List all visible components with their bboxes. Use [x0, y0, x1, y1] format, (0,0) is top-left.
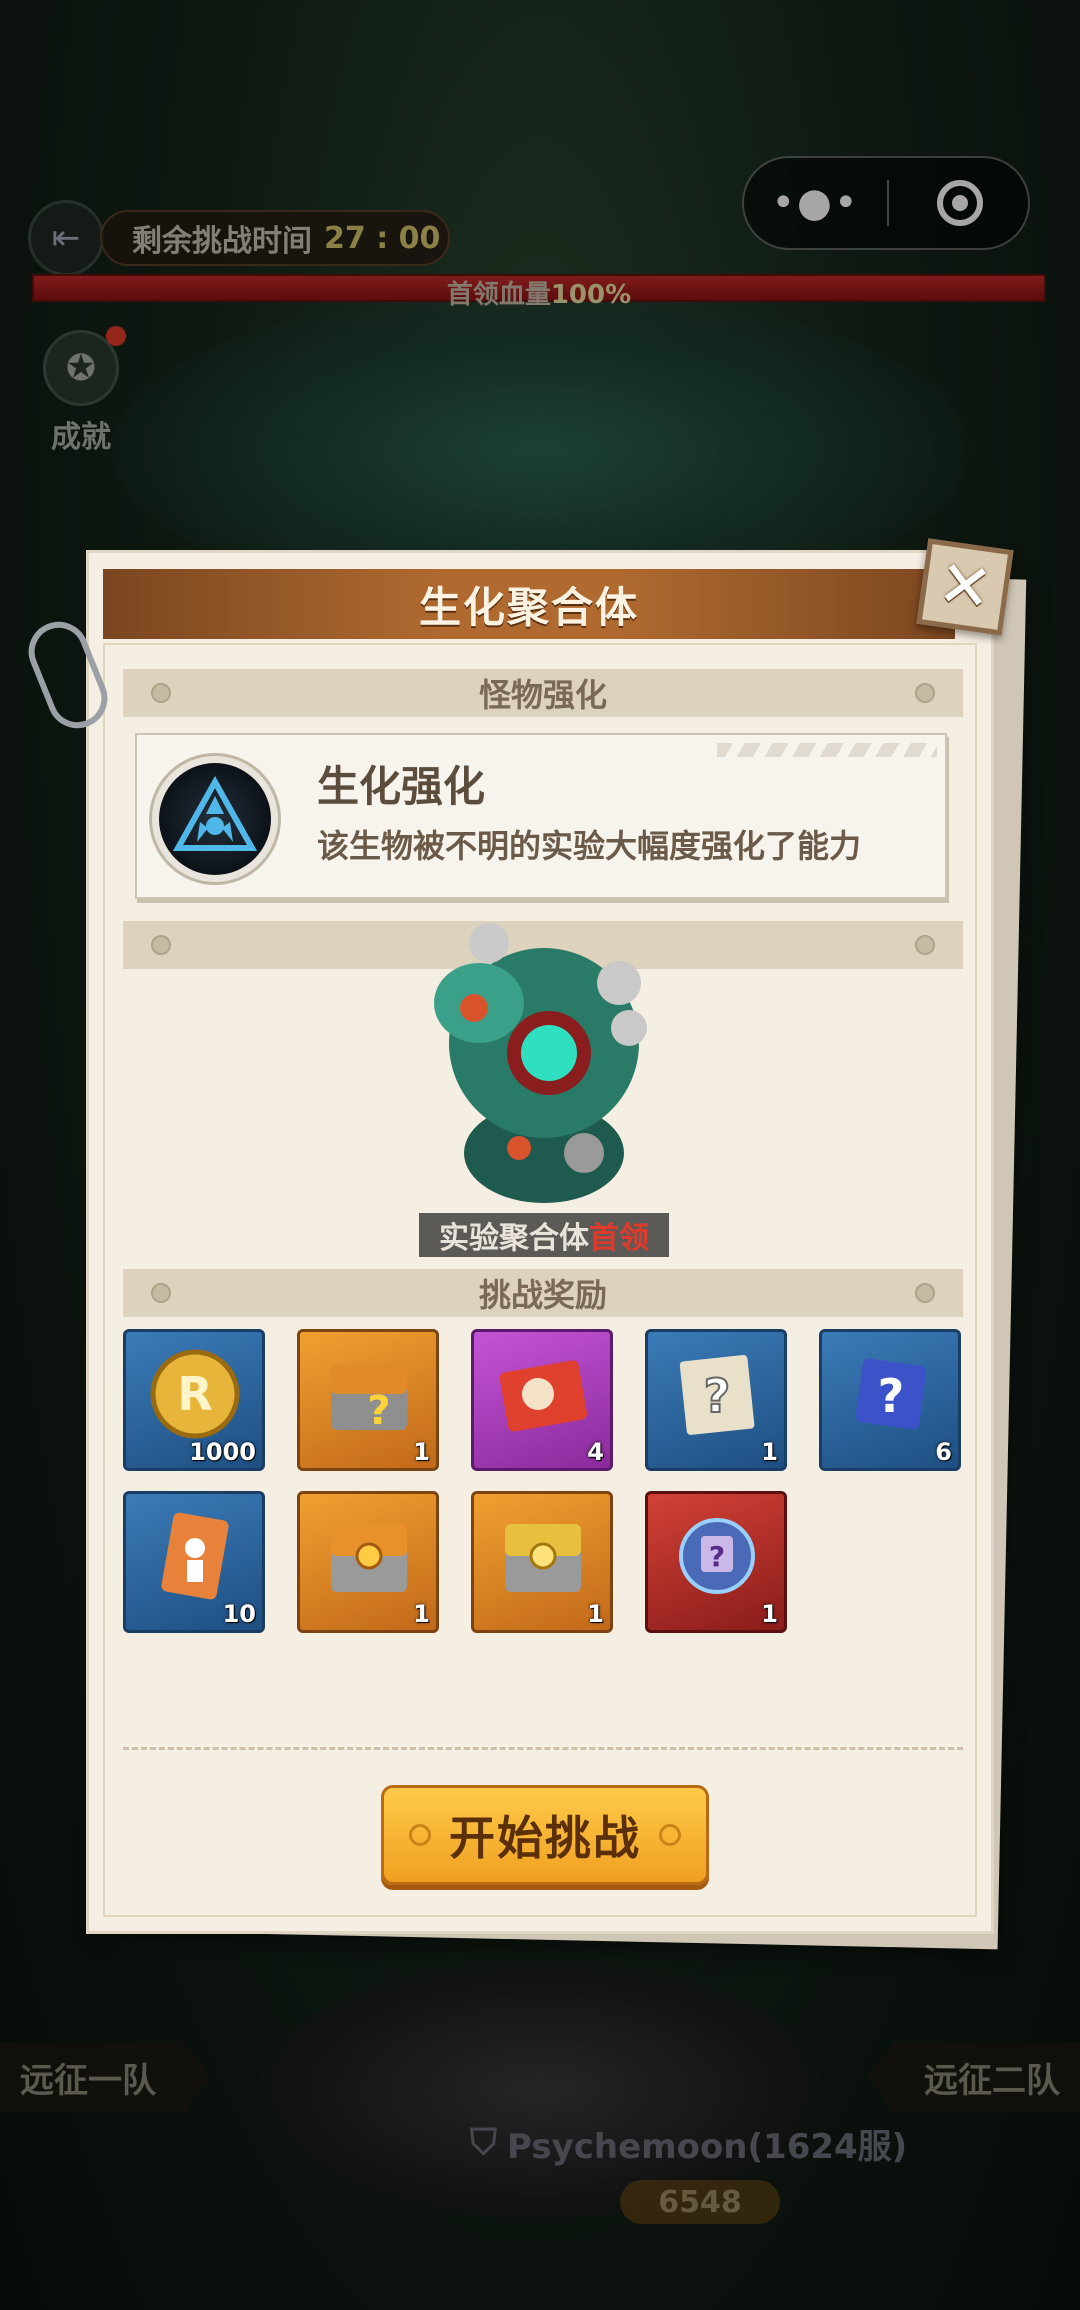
boss-name-label: 实验聚合体 首领 — [419, 1213, 669, 1257]
svg-text:R: R — [177, 1367, 212, 1421]
mystery-scroll-icon: ? — [662, 1344, 772, 1444]
pin-icon — [151, 1283, 171, 1303]
hero-card-icon — [140, 1506, 250, 1606]
svg-text:?: ? — [367, 1388, 390, 1434]
boss-tag: 首领 — [589, 1221, 649, 1256]
reward-quantity: 1 — [761, 1600, 778, 1628]
start-challenge-label: 开始挑战 — [449, 1811, 641, 1865]
close-button[interactable]: ✕ — [916, 538, 1014, 636]
biohazard-icon — [149, 753, 281, 885]
skill-card: 生化强化 该生物被不明的实验大幅度强化了能力 — [135, 733, 947, 899]
skill-description: 该生物被不明的实验大幅度强化了能力 — [317, 827, 862, 865]
paper-sheet: 生化聚合体 怪物强化 生化强化 该生物被不明的实验大幅度强化了能力 实验聚合体 … — [86, 550, 994, 1934]
gold-coin-icon: R — [140, 1344, 250, 1444]
boss-name: 实验聚合体 — [439, 1221, 589, 1256]
boss-portrait — [419, 913, 669, 1253]
svg-text:?: ? — [704, 1369, 731, 1423]
reward-item[interactable]: 1 — [471, 1491, 613, 1633]
section-monster-label: 怪物强化 — [478, 676, 607, 714]
gold-chest-icon — [488, 1506, 598, 1606]
reward-quantity: 1 — [413, 1438, 430, 1466]
pin-icon — [151, 935, 171, 955]
mystery-chest-icon: ? — [314, 1344, 424, 1444]
reward-item[interactable]: ? 1 — [645, 1329, 787, 1471]
pin-icon — [915, 683, 935, 703]
reward-quantity: 1 — [587, 1600, 604, 1628]
skill-name: 生化强化 — [317, 762, 486, 811]
reward-item[interactable]: 10 — [123, 1491, 265, 1633]
boss-info-dialog: 生化聚合体 怪物强化 生化强化 该生物被不明的实验大幅度强化了能力 实验聚合体 … — [19, 538, 1027, 1950]
dialog-title: 生化聚合体 — [418, 582, 639, 632]
reward-quantity: 4 — [587, 1438, 604, 1466]
pin-icon — [151, 683, 171, 703]
start-challenge-button[interactable]: 开始挑战 — [381, 1785, 709, 1885]
reward-item[interactable]: ? 6 — [819, 1329, 961, 1471]
reward-quantity: 1 — [413, 1600, 430, 1628]
section-rewards-label: 挑战奖励 — [478, 1276, 607, 1314]
reward-quantity: 1000 — [189, 1438, 256, 1466]
section-rewards-header: 挑战奖励 — [123, 1269, 963, 1317]
close-x-icon: ✕ — [933, 546, 997, 628]
reward-quantity: 10 — [222, 1600, 256, 1628]
dialog-title-bar: 生化聚合体 — [103, 569, 955, 639]
reward-quantity: 6 — [935, 1438, 952, 1466]
svg-text:?: ? — [709, 1540, 725, 1573]
pin-icon — [915, 935, 935, 955]
mystery-cube-icon: ? — [836, 1344, 946, 1444]
divider — [123, 1747, 963, 1750]
reward-quantity: 1 — [761, 1438, 778, 1466]
mystery-gear-icon: ? — [662, 1506, 772, 1606]
button-deco-icon — [659, 1824, 681, 1846]
card-stripe — [717, 743, 937, 757]
button-deco-icon — [409, 1824, 431, 1846]
reward-item[interactable]: R 1000 — [123, 1329, 265, 1471]
ticket-card-icon — [488, 1344, 598, 1444]
pin-icon — [915, 1283, 935, 1303]
section-monster-header: 怪物强化 — [123, 669, 963, 717]
reward-item[interactable]: ? 1 — [297, 1329, 439, 1471]
orange-chest-icon — [314, 1506, 424, 1606]
reward-item[interactable]: 4 — [471, 1329, 613, 1471]
reward-item[interactable]: ? 1 — [645, 1491, 787, 1633]
reward-item[interactable]: 1 — [297, 1491, 439, 1633]
svg-text:?: ? — [878, 1369, 905, 1423]
